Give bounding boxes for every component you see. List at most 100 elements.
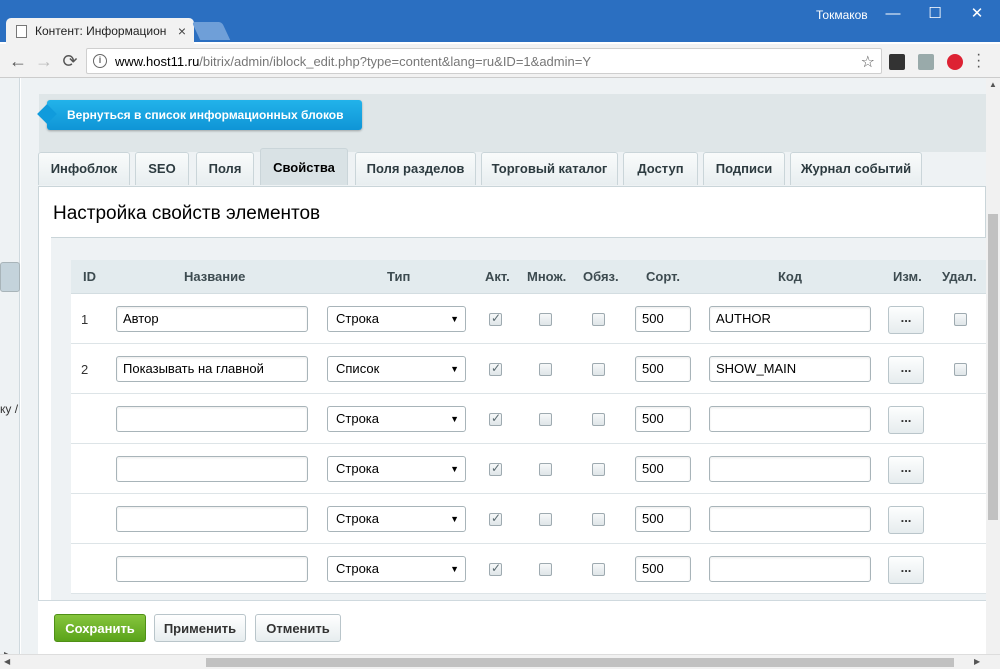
browser-tab[interactable]: Контент: Информацион × — [6, 18, 194, 44]
edit-property-button[interactable]: ... — [888, 506, 924, 534]
edit-property-button[interactable]: ... — [888, 406, 924, 434]
sort-input[interactable]: 500 — [635, 406, 691, 432]
tab-access[interactable]: Доступ — [623, 152, 698, 185]
edit-property-button[interactable]: ... — [888, 556, 924, 584]
tab-catalog[interactable]: Торговый каталог — [481, 152, 618, 185]
incognito-extension-icon[interactable] — [889, 54, 905, 70]
sort-input[interactable]: 500 — [635, 356, 691, 382]
browser-titlebar: Контент: Информацион × Токмаков — ☐ ✕ — [0, 0, 1000, 44]
code-input[interactable] — [709, 556, 871, 582]
multiple-checkbox[interactable] — [539, 463, 552, 476]
menu-selected-item[interactable] — [0, 262, 20, 292]
required-checkbox[interactable] — [592, 513, 605, 526]
type-select[interactable]: Строка ▼ — [327, 456, 466, 482]
code-input[interactable]: AUTHOR — [709, 306, 871, 332]
required-checkbox[interactable] — [592, 413, 605, 426]
apply-button[interactable]: Применить — [154, 614, 246, 642]
bookmark-star-icon[interactable]: ☆ — [861, 52, 875, 72]
type-select[interactable]: Список ▼ — [327, 356, 466, 382]
col-type: Тип — [387, 269, 411, 284]
name-input[interactable] — [116, 406, 308, 432]
sort-input[interactable]: 500 — [635, 456, 691, 482]
name-input[interactable]: Автор — [116, 306, 308, 332]
name-input[interactable] — [116, 506, 308, 532]
dropdown-arrow-icon: ▼ — [450, 364, 459, 374]
back-to-list-button[interactable]: Вернуться в список информационных блоков — [47, 100, 362, 130]
delete-checkbox[interactable] — [954, 313, 967, 326]
reload-icon[interactable]: ⟳ — [58, 49, 82, 73]
scroll-left-icon[interactable]: ◀ — [4, 657, 10, 666]
type-select[interactable]: Строка ▼ — [327, 306, 466, 332]
active-checkbox[interactable] — [489, 361, 502, 376]
tab-close-icon[interactable]: × — [178, 23, 186, 39]
tab-event-log[interactable]: Журнал событий — [790, 152, 922, 185]
forward-arrow-icon[interactable]: → — [32, 49, 56, 73]
sort-input[interactable]: 500 — [635, 306, 691, 332]
back-arrow-icon[interactable]: ← — [6, 49, 30, 73]
type-select[interactable]: Строка ▼ — [327, 506, 466, 532]
active-checkbox[interactable] — [489, 511, 502, 526]
name-input[interactable] — [116, 556, 308, 582]
profile-name[interactable]: Токмаков — [816, 8, 868, 22]
multiple-checkbox[interactable] — [539, 513, 552, 526]
tab-captions[interactable]: Подписи — [703, 152, 785, 185]
tab-seo[interactable]: SEO — [135, 152, 189, 185]
delete-checkbox[interactable] — [954, 363, 967, 376]
maximize-icon[interactable]: ☐ — [920, 4, 950, 24]
col-sort: Сорт. — [646, 269, 680, 284]
sort-input[interactable]: 500 — [635, 556, 691, 582]
vertical-scroll-thumb[interactable] — [988, 214, 998, 520]
tab-properties[interactable]: Свойства — [260, 148, 348, 185]
multiple-checkbox[interactable] — [539, 363, 552, 376]
cancel-button[interactable]: Отменить — [255, 614, 341, 642]
multiple-checkbox[interactable] — [539, 563, 552, 576]
edit-property-button[interactable]: ... — [888, 306, 924, 334]
required-checkbox[interactable] — [592, 313, 605, 326]
col-code: Код — [778, 269, 802, 284]
multiple-checkbox[interactable] — [539, 313, 552, 326]
properties-table: ID Название Тип Акт. Множ. Обяз. Сорт. К… — [71, 260, 987, 594]
required-checkbox[interactable] — [592, 563, 605, 576]
scroll-right-icon[interactable]: ▶ — [974, 657, 980, 666]
col-edit: Изм. — [893, 269, 922, 284]
type-select[interactable]: Строка ▼ — [327, 406, 466, 432]
address-bar[interactable]: i www.host11.ru /bitrix/admin/iblock_edi… — [86, 48, 882, 74]
extension-icon[interactable] — [918, 54, 934, 70]
name-input[interactable] — [116, 456, 308, 482]
minimize-icon[interactable]: — — [878, 4, 908, 24]
type-select[interactable]: Строка ▼ — [327, 556, 466, 582]
active-checkbox[interactable] — [489, 561, 502, 576]
browser-menu-icon[interactable]: · · · — [976, 47, 981, 75]
horizontal-scrollbar[interactable]: ◀ ▶ — [0, 654, 1000, 669]
required-checkbox[interactable] — [592, 463, 605, 476]
horizontal-scroll-thumb[interactable] — [206, 658, 954, 667]
tab-fields[interactable]: Поля — [196, 152, 254, 185]
info-icon[interactable]: i — [93, 54, 107, 68]
active-checkbox[interactable] — [489, 411, 502, 426]
name-input[interactable]: Показывать на главной — [116, 356, 308, 382]
edit-property-button[interactable]: ... — [888, 456, 924, 484]
type-select-value: Строка — [336, 561, 380, 576]
active-checkbox[interactable] — [489, 311, 502, 326]
code-input[interactable]: SHOW_MAIN — [709, 356, 871, 382]
active-checkbox[interactable] — [489, 461, 502, 476]
adblock-extension-icon[interactable] — [947, 54, 963, 70]
tab-section-fields[interactable]: Поля разделов — [355, 152, 476, 185]
close-window-icon[interactable]: ✕ — [962, 4, 992, 24]
save-button[interactable]: Сохранить — [54, 614, 146, 642]
scroll-up-icon[interactable]: ▲ — [989, 80, 997, 89]
tab-iblock[interactable]: Инфоблок — [38, 152, 130, 185]
code-input[interactable] — [709, 506, 871, 532]
dropdown-arrow-icon: ▼ — [450, 414, 459, 424]
url-host: www.host11.ru — [115, 53, 200, 69]
required-checkbox[interactable] — [592, 363, 605, 376]
col-name: Название — [184, 269, 246, 284]
code-input[interactable] — [709, 406, 871, 432]
edit-property-button[interactable]: ... — [888, 356, 924, 384]
vertical-scrollbar[interactable]: ▲ — [986, 78, 1000, 654]
new-tab-button[interactable] — [191, 22, 231, 40]
type-select-value: Строка — [336, 461, 380, 476]
multiple-checkbox[interactable] — [539, 413, 552, 426]
sort-input[interactable]: 500 — [635, 506, 691, 532]
code-input[interactable] — [709, 456, 871, 482]
